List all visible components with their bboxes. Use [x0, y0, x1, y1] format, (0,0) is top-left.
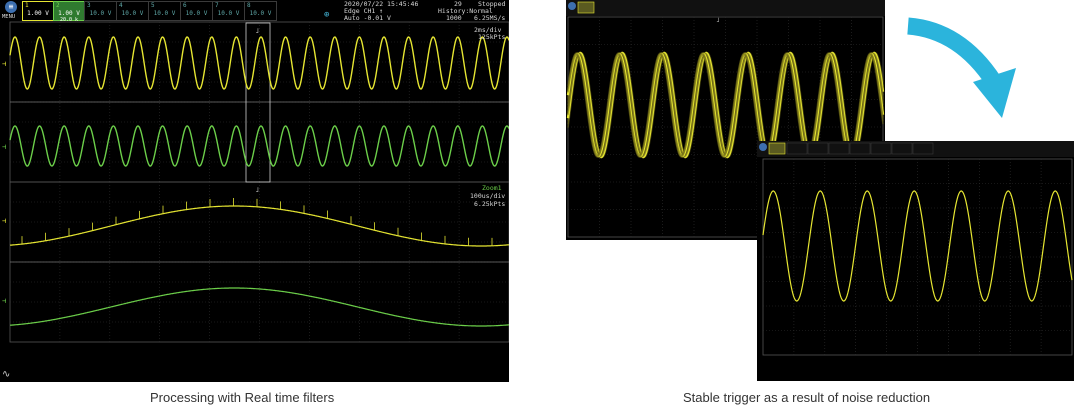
zoom-position-marker: ˩ [255, 186, 259, 194]
stable-waveform-display [757, 141, 1074, 356]
ch1-main-trace [9, 36, 509, 90]
trigger-position-marker: ˩ [255, 27, 259, 35]
main-record-points: 125kPts [478, 33, 506, 41]
zoom-record-points: 6.25kPts [474, 200, 506, 208]
header-bar [566, 0, 885, 16]
ch1-zoom-marker: ⊣ [2, 217, 6, 225]
header-bar [757, 141, 1074, 157]
zoom-timebase: 100us/div [470, 192, 506, 200]
left-waveform-display: ⊣ ⊣ ⊣ ⊣ ˩ ˩ [2, 21, 509, 343]
stable-grid [762, 158, 1073, 356]
channel-1-button[interactable] [577, 1, 595, 14]
channel-1-button[interactable] [768, 142, 786, 155]
menu-icon[interactable] [759, 143, 767, 151]
ch2-marker: ⊣ [2, 143, 6, 151]
left-oscilloscope-screen: ≡ MENU 1 1.00 V 2 1.00 V 20.0 k 3 10.0 V 4 10.0 … [0, 0, 509, 382]
zoom-label: Zoom1 [482, 184, 502, 192]
ch2-zoom-marker: ⊣ [2, 297, 6, 305]
trigger-position-marker: ˩ [716, 17, 720, 24]
stable-trigger-screen [757, 141, 1074, 381]
caption-right: Stable trigger as a result of noise redu… [683, 390, 931, 405]
wave-icon[interactable]: ∿ [2, 369, 16, 381]
ch1-marker: ⊣ [2, 60, 6, 68]
menu-icon[interactable] [568, 2, 576, 10]
caption-left: Processing with Real time filters [150, 390, 335, 405]
